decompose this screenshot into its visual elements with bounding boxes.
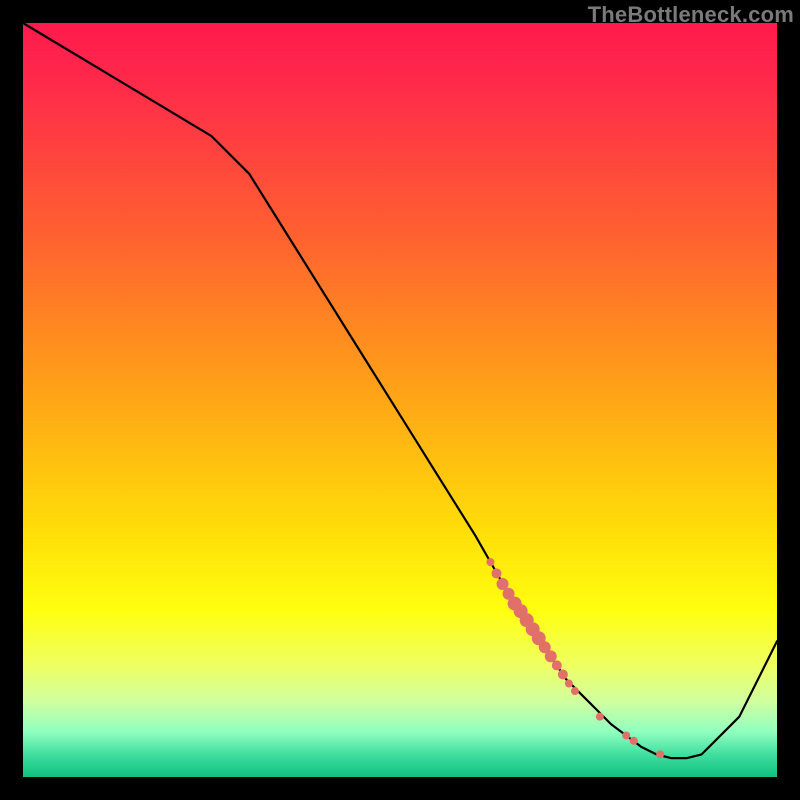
data-dot <box>656 750 664 758</box>
chart-frame: TheBottleneck.com <box>0 0 800 800</box>
watermark-text: TheBottleneck.com <box>588 2 794 28</box>
data-dot <box>565 680 573 688</box>
data-dot <box>552 660 562 670</box>
data-dot <box>630 737 638 745</box>
data-dots <box>486 558 664 758</box>
data-dot <box>596 713 604 721</box>
data-dot <box>571 687 579 695</box>
chart-svg <box>23 23 777 777</box>
data-dot <box>622 732 630 740</box>
data-dot <box>558 669 568 679</box>
curve-line <box>23 23 777 758</box>
plot-area <box>23 23 777 777</box>
data-dot <box>492 568 502 578</box>
data-dot <box>486 558 494 566</box>
data-dot <box>545 650 557 662</box>
